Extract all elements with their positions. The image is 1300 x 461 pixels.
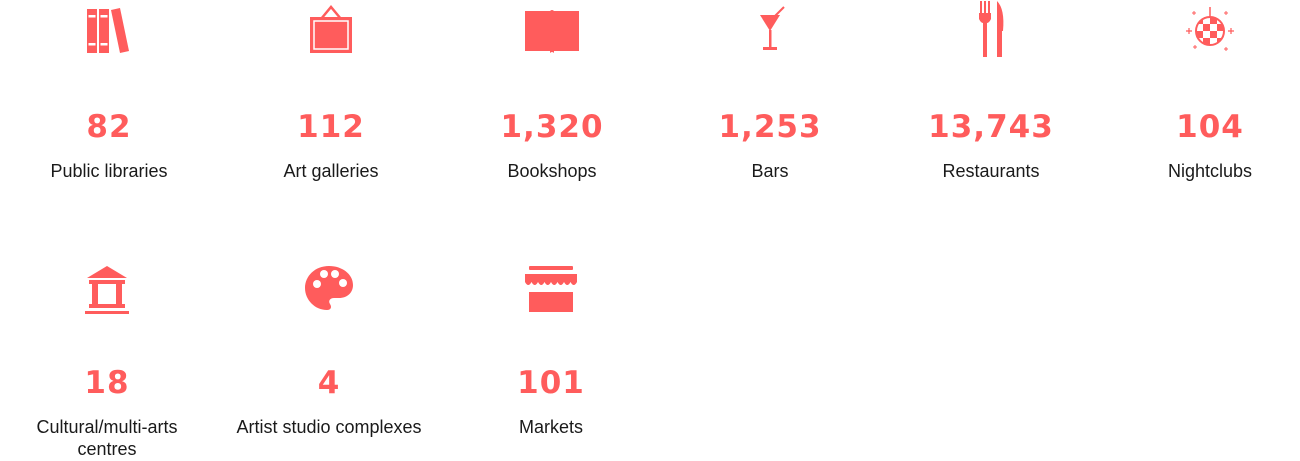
books-icon <box>77 0 141 61</box>
stat-label: Artist studio complexes <box>236 417 422 437</box>
stat-label: Markets <box>518 417 583 437</box>
stat-value: 101 <box>517 365 585 401</box>
stat-label: Bars <box>751 161 789 181</box>
museum-building-icon <box>75 256 139 320</box>
market-stall-icon <box>519 256 583 320</box>
fork-knife-icon <box>959 0 1023 61</box>
paint-palette-icon <box>297 256 361 320</box>
stat-value: 82 <box>86 109 132 145</box>
stat-label: Restaurants <box>942 161 1040 181</box>
stat-label: Bookshops <box>507 161 597 181</box>
stat-label: Cultural/multi-arts centres <box>36 417 178 459</box>
stat-label: Nightclubs <box>1167 161 1253 181</box>
stat-value: 13,743 <box>928 109 1054 145</box>
stat-value: 4 <box>317 365 341 401</box>
stat-value: 1,320 <box>500 109 604 145</box>
stat-label: Art galleries <box>283 161 379 181</box>
stat-value: 112 <box>297 109 365 145</box>
stat-value: 1,253 <box>718 109 822 145</box>
stat-value: 104 <box>1176 109 1244 145</box>
open-book-icon <box>520 0 584 61</box>
picture-frame-icon <box>299 0 363 61</box>
disco-ball-icon <box>1178 0 1242 61</box>
cocktail-glass-icon <box>738 0 802 61</box>
stat-label: Public libraries <box>50 161 168 181</box>
stat-value: 18 <box>84 365 130 401</box>
